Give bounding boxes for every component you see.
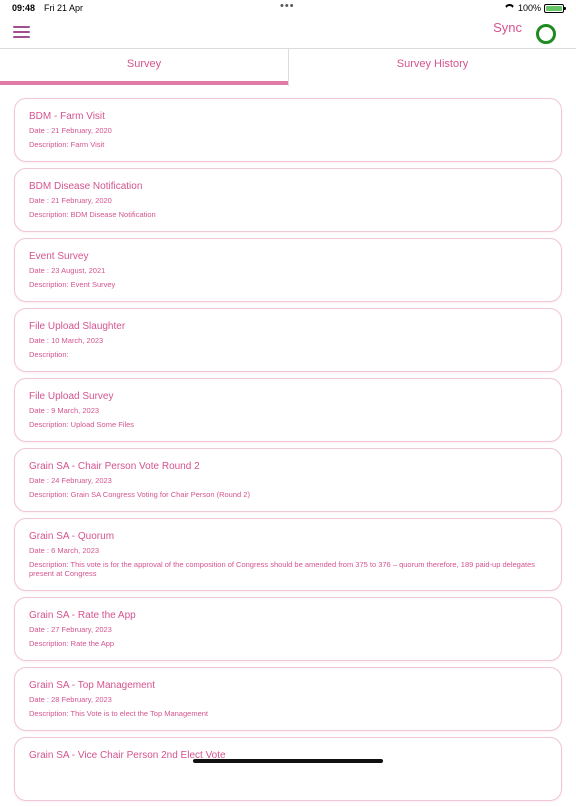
- survey-title: File Upload Survey: [29, 391, 114, 402]
- survey-card[interactable]: BDM - Farm Visit Date : 21 February, 2020…: [14, 98, 562, 162]
- survey-card[interactable]: File Upload Slaughter Date : 10 March, 20…: [14, 308, 562, 372]
- survey-description: Description: Event Survey: [29, 280, 116, 289]
- survey-title: Grain SA - Quorum: [29, 531, 115, 542]
- survey-date: Date : 9 March, 2023: [29, 406, 100, 415]
- survey-date: Date : 21 February, 2020: [29, 196, 112, 205]
- survey-card[interactable]: Grain SA - Top Management Date : 28 Febru…: [14, 667, 562, 731]
- survey-date: Date : 27 February, 2023: [29, 625, 112, 634]
- active-tab-indicator: [0, 81, 288, 85]
- survey-title: BDM - Farm Visit: [29, 111, 105, 122]
- survey-card[interactable]: Grain SA - Rate the App Date : 27 Februar…: [14, 597, 562, 661]
- multitasking-dots-icon[interactable]: •••: [280, 0, 295, 12]
- survey-description: Description: Rate the App: [29, 639, 115, 648]
- survey-card[interactable]: Grain SA - Chair Person Vote Round 2 Date…: [14, 448, 562, 512]
- tab-survey-history[interactable]: Survey History: [288, 49, 576, 86]
- tab-bar: Survey Survey History: [0, 48, 576, 86]
- survey-description: Description: Farm Visit: [29, 140, 105, 149]
- status-time: 09:48: [12, 3, 36, 13]
- survey-title: Grain SA - Chair Person Vote Round 2: [29, 461, 200, 472]
- survey-date: Date : 23 August, 2021: [29, 266, 106, 275]
- survey-description: Description: Grain SA Congress Voting fo…: [29, 490, 250, 499]
- survey-description: Description: This Vote is to elect the T…: [29, 709, 208, 718]
- survey-title: Event Survey: [29, 251, 89, 262]
- survey-card[interactable]: BDM Disease Notification Date : 21 Februa…: [14, 168, 562, 232]
- home-indicator[interactable]: [193, 759, 383, 763]
- status-right: 100%: [504, 3, 566, 13]
- survey-date: Date : 24 February, 2023: [29, 476, 112, 485]
- top-bar: Sync: [0, 16, 576, 48]
- sync-status-icon[interactable]: [536, 24, 556, 44]
- survey-title: BDM Disease Notification: [29, 181, 143, 192]
- survey-title: Grain SA - Top Management: [29, 680, 155, 691]
- survey-description: Description:: [29, 350, 69, 359]
- status-date: Fri 21 Apr: [44, 3, 84, 13]
- survey-title: Grain SA - Rate the App: [29, 610, 136, 621]
- battery-fill: [546, 5, 562, 11]
- survey-date: Date : 21 February, 2020: [29, 126, 112, 135]
- sync-button[interactable]: Sync: [493, 20, 522, 35]
- survey-date: Date : 10 March, 2023: [29, 336, 104, 345]
- survey-card[interactable]: Grain SA - Vice Chair Person 2nd Elect V…: [14, 737, 562, 801]
- survey-description: Description: Upload Some Files: [29, 420, 135, 429]
- wifi-icon: [504, 4, 515, 13]
- survey-date: Date : 6 March, 2023: [29, 546, 100, 555]
- survey-card[interactable]: Event Survey Date : 23 August, 2021 Descri…: [14, 238, 562, 302]
- hamburger-menu-icon[interactable]: [13, 26, 30, 38]
- survey-title: File Upload Slaughter: [29, 321, 126, 332]
- status-bar: 09:48 Fri 21 Apr ••• 100%: [0, 0, 576, 16]
- battery-icon: [544, 3, 566, 13]
- survey-card[interactable]: Grain SA - Quorum Date : 6 March, 2023 Des…: [14, 518, 562, 591]
- survey-date: Date : 28 February, 2023: [29, 695, 112, 704]
- battery-percent: 100%: [517, 3, 541, 13]
- survey-description: Description: This vote is for the approv…: [29, 560, 535, 578]
- survey-description: Description: BDM Disease Notification: [29, 210, 156, 219]
- survey-card[interactable]: File Upload Survey Date : 9 March, 2023 De…: [14, 378, 562, 442]
- survey-list: BDM - Farm Visit Date : 21 February, 2020…: [14, 98, 562, 807]
